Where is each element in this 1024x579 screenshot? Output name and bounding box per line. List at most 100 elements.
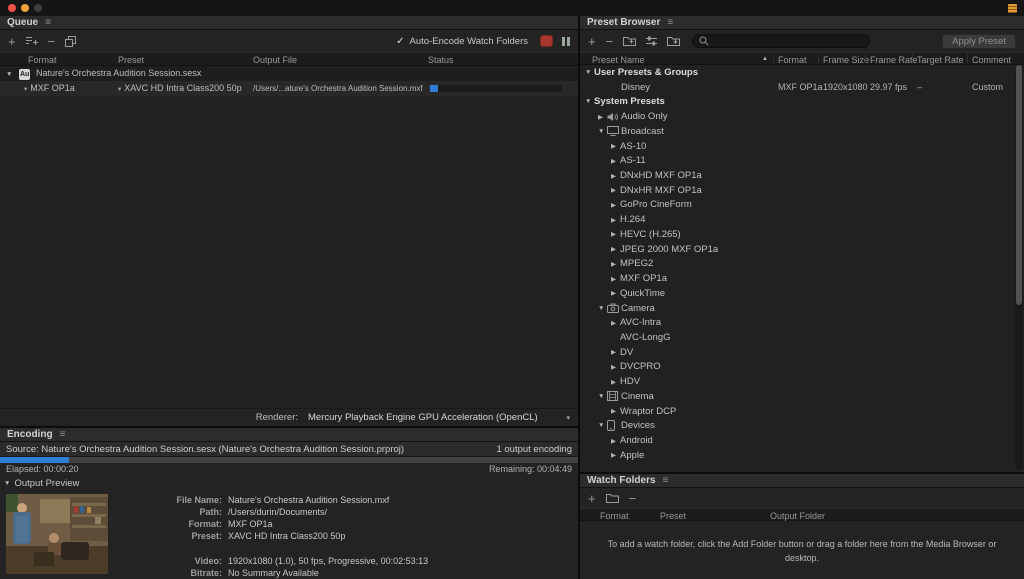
stop-queue-button[interactable] bbox=[540, 35, 553, 47]
scrollbar-thumb[interactable] bbox=[1016, 65, 1022, 305]
panel-menu-icon[interactable]: ≡ bbox=[663, 475, 669, 486]
queue-output-row[interactable]: ▾ MXF OP1a ▾ XAVC HD Intra Class200 50p /U… bbox=[0, 81, 578, 96]
column-header-comment[interactable]: Comment bbox=[972, 55, 1011, 65]
column-header-frame-size[interactable]: Frame Size bbox=[823, 55, 869, 65]
disclosure-collapsed-icon[interactable]: ▶ bbox=[611, 363, 620, 371]
disclosure-collapsed-icon[interactable]: ▶ bbox=[611, 289, 620, 297]
disclosure-expanded-icon[interactable]: ▼ bbox=[598, 393, 607, 400]
pause-queue-button[interactable] bbox=[562, 35, 570, 47]
preset-category-row[interactable]: ▶ Android bbox=[580, 433, 1014, 448]
preset-category-row[interactable]: ▶ DVCPRO bbox=[580, 359, 1014, 374]
queue-panel-header[interactable]: Queue ≡ bbox=[0, 16, 578, 30]
folder-icon[interactable] bbox=[605, 493, 619, 503]
add-folder-icon[interactable]: + bbox=[588, 492, 596, 505]
disclosure-collapsed-icon[interactable]: ▶ bbox=[611, 186, 620, 194]
preset-category-row[interactable]: ▶ AS-10 bbox=[580, 139, 1014, 154]
disclosure-expanded-icon[interactable]: ▼ bbox=[6, 66, 12, 81]
create-preset-icon[interactable]: + bbox=[588, 35, 596, 48]
disclosure-collapsed-icon[interactable]: ▶ bbox=[611, 201, 620, 209]
preset-category-row[interactable]: ▶ AVC-Intra bbox=[580, 315, 1014, 330]
queue-source-row[interactable]: ▼ Au Nature's Orchestra Audition Session… bbox=[0, 66, 578, 81]
output-file-link[interactable]: /Users/...ature's Orchestra Audition Ses… bbox=[253, 81, 427, 96]
apply-preset-button[interactable]: Apply Preset bbox=[942, 33, 1016, 49]
search-input[interactable] bbox=[713, 36, 864, 46]
preset-category-row[interactable]: ▶ Audio Only bbox=[580, 109, 1014, 124]
auto-encode-checkbox[interactable]: ✓ Auto-Encode Watch Folders bbox=[396, 36, 528, 47]
preset-category-row[interactable]: AVC-LongG bbox=[580, 330, 1014, 345]
disclosure-collapsed-icon[interactable]: ▶ bbox=[611, 451, 620, 459]
preset-category-row[interactable]: ▼ Cinema bbox=[580, 389, 1014, 404]
import-preset-icon[interactable] bbox=[667, 36, 681, 46]
panel-menu-icon[interactable]: ≡ bbox=[667, 17, 673, 28]
preset-category-row[interactable]: ▶ MXF OP1a bbox=[580, 271, 1014, 286]
preset-category-row[interactable]: ▶ GoPro CineForm bbox=[580, 197, 1014, 212]
preset-category-row[interactable]: ▶ AS-11 bbox=[580, 153, 1014, 168]
preset-category-row[interactable]: ▼ Camera bbox=[580, 301, 1014, 316]
disclosure-expanded-icon[interactable]: ▼ bbox=[585, 69, 594, 76]
preset-category-row[interactable]: ▶ JPEG 2000 MXF OP1a bbox=[580, 242, 1014, 257]
remove-icon[interactable]: − bbox=[48, 35, 56, 48]
preset-category-row[interactable]: ▼ Devices bbox=[580, 418, 1014, 433]
duplicate-icon[interactable] bbox=[65, 35, 77, 47]
format-dropdown[interactable]: ▾ MXF OP1a bbox=[24, 81, 75, 96]
column-header-target-rate[interactable]: Target Rate bbox=[917, 55, 964, 65]
encoding-panel-header[interactable]: Encoding ≡ bbox=[0, 428, 578, 442]
preset-search-field[interactable] bbox=[692, 34, 871, 48]
column-header-preset-name[interactable]: Preset Name bbox=[592, 55, 645, 65]
delete-preset-icon[interactable]: − bbox=[606, 35, 614, 48]
preset-category-row[interactable]: ▶ MPEG2 bbox=[580, 256, 1014, 271]
disclosure-collapsed-icon[interactable]: ▶ bbox=[611, 172, 620, 180]
output-preview-toggle[interactable]: ▼ Output Preview bbox=[0, 475, 578, 490]
preset-label: JPEG 2000 MXF OP1a bbox=[620, 243, 719, 255]
preset-item-row[interactable]: Disney MXF OP1a 1920x1080 29.97 fps – Custom bbox=[580, 80, 1014, 95]
minimize-window-button[interactable] bbox=[21, 4, 29, 12]
disclosure-collapsed-icon[interactable]: ▶ bbox=[611, 319, 620, 327]
disclosure-collapsed-icon[interactable]: ▶ bbox=[598, 113, 607, 121]
preset-settings-icon[interactable] bbox=[646, 36, 658, 46]
disclosure-expanded-icon[interactable]: ▼ bbox=[598, 128, 607, 135]
remove-folder-icon[interactable]: − bbox=[629, 492, 637, 505]
preset-label: DNxHR MXF OP1a bbox=[620, 184, 702, 196]
preset-category-row[interactable]: ▶ DNxHR MXF OP1a bbox=[580, 183, 1014, 198]
panel-menu-icon[interactable]: ≡ bbox=[60, 429, 66, 440]
disclosure-collapsed-icon[interactable]: ▶ bbox=[611, 378, 620, 386]
watch-folders-panel-header[interactable]: Watch Folders ≡ bbox=[580, 474, 1024, 488]
detail-label: Video: bbox=[194, 556, 222, 566]
disclosure-collapsed-icon[interactable]: ▶ bbox=[611, 275, 620, 283]
disclosure-collapsed-icon[interactable]: ▶ bbox=[611, 245, 620, 253]
disclosure-expanded-icon[interactable]: ▼ bbox=[598, 305, 607, 312]
zoom-window-button[interactable] bbox=[34, 4, 42, 12]
disclosure-expanded-icon[interactable]: ▼ bbox=[585, 98, 594, 105]
add-source-icon[interactable]: + bbox=[8, 35, 16, 48]
disclosure-collapsed-icon[interactable]: ▶ bbox=[611, 216, 620, 224]
disclosure-collapsed-icon[interactable]: ▶ bbox=[611, 407, 620, 415]
disclosure-collapsed-icon[interactable]: ▶ bbox=[611, 157, 620, 165]
preset-dropdown[interactable]: ▾ XAVC HD Intra Class200 50p bbox=[118, 81, 242, 96]
preset-group-row[interactable]: ▼ User Presets & Groups bbox=[580, 65, 1014, 80]
preset-group-row[interactable]: ▼ System Presets bbox=[580, 94, 1014, 109]
preset-category-row[interactable]: ▶ Wraptor DCP bbox=[580, 404, 1014, 419]
column-header-frame-rate[interactable]: Frame Rate bbox=[870, 55, 918, 65]
preset-category-row[interactable]: ▶ Apple bbox=[580, 448, 1014, 463]
preset-category-row[interactable]: ▶ HDV bbox=[580, 374, 1014, 389]
disclosure-collapsed-icon[interactable]: ▶ bbox=[611, 348, 620, 356]
add-output-icon[interactable] bbox=[25, 36, 38, 46]
scrollbar-track[interactable] bbox=[1015, 65, 1023, 470]
close-window-button[interactable] bbox=[8, 4, 16, 12]
panel-menu-icon[interactable]: ≡ bbox=[45, 17, 51, 28]
create-group-icon[interactable] bbox=[623, 36, 637, 46]
disclosure-collapsed-icon[interactable]: ▶ bbox=[611, 142, 620, 150]
preset-browser-panel-header[interactable]: Preset Browser ≡ bbox=[580, 16, 1024, 30]
preset-category-row[interactable]: ▶ H.264 bbox=[580, 212, 1014, 227]
disclosure-collapsed-icon[interactable]: ▶ bbox=[611, 260, 620, 268]
preset-category-row[interactable]: ▶ QuickTime bbox=[580, 286, 1014, 301]
column-header-format[interactable]: Format bbox=[778, 55, 807, 65]
disclosure-expanded-icon[interactable]: ▼ bbox=[598, 422, 607, 429]
preset-category-row[interactable]: ▶ DV bbox=[580, 345, 1014, 360]
disclosure-collapsed-icon[interactable]: ▶ bbox=[611, 437, 620, 445]
preset-category-row[interactable]: ▼ Broadcast bbox=[580, 124, 1014, 139]
preset-category-row[interactable]: ▶ DNxHD MXF OP1a bbox=[580, 168, 1014, 183]
renderer-dropdown[interactable]: Mercury Playback Engine GPU Acceleration… bbox=[308, 412, 570, 423]
disclosure-collapsed-icon[interactable]: ▶ bbox=[611, 230, 620, 238]
preset-category-row[interactable]: ▶ HEVC (H.265) bbox=[580, 227, 1014, 242]
